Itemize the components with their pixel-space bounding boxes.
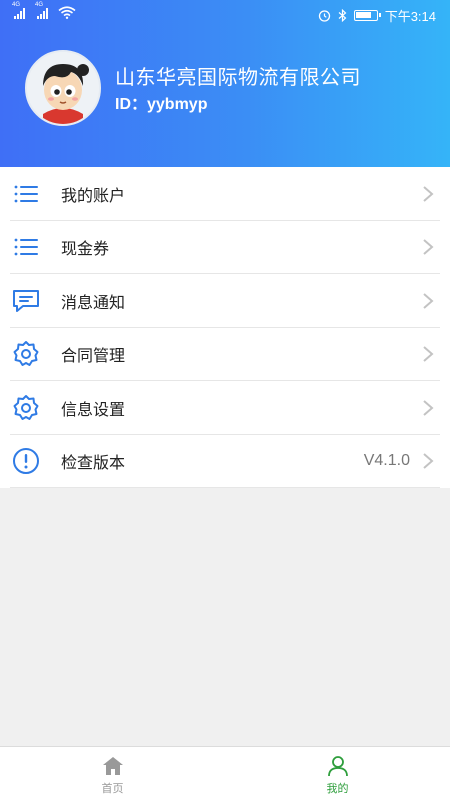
battery-icon [353, 10, 381, 21]
tab-label-mine: 我的 [326, 783, 349, 795]
wifi-icon [58, 6, 76, 19]
list-icon [14, 185, 38, 203]
tab-home[interactable]: 首页 [0, 747, 225, 800]
bottom-tab-bar: 首页 我的 [0, 746, 450, 800]
tab-label-home: 首页 [101, 783, 124, 795]
status-bar: 4G 4G 下午3:14 [0, 0, 450, 28]
settings-menu: 我的账户 现金券 消息通知 合同管理 信息设置 检查版本 V4.1.0 [0, 167, 450, 488]
version-value: V4.1.0 [363, 452, 410, 470]
menu-label-notifications: 消息通知 [61, 294, 126, 312]
menu-item-info-settings[interactable]: 信息设置 [0, 381, 450, 435]
home-icon [102, 757, 123, 775]
exclamation-icon [13, 448, 39, 475]
company-name: 山东华亮国际物流有限公司 [115, 67, 361, 89]
status-time: 下午3:14 [384, 9, 436, 24]
chevron-right-icon [423, 292, 434, 309]
menu-item-notifications[interactable]: 消息通知 [0, 274, 450, 328]
user-id: ID：yybmyp [115, 96, 208, 113]
avatar[interactable] [25, 50, 101, 126]
gear-icon [13, 341, 39, 367]
menu-item-contracts[interactable]: 合同管理 [0, 328, 450, 382]
menu-label-contracts: 合同管理 [61, 348, 126, 366]
chevron-right-icon [423, 399, 434, 416]
menu-item-check-version[interactable]: 检查版本 V4.1.0 [0, 435, 450, 489]
chevron-right-icon [423, 185, 434, 202]
cell-signal-2-icon: 4G [35, 2, 48, 19]
bluetooth-icon [338, 9, 347, 22]
menu-label-account: 我的账户 [61, 187, 126, 205]
empty-content-area [0, 488, 450, 746]
chevron-right-icon [423, 346, 434, 363]
cell-signal-1-icon: 4G [12, 2, 25, 19]
chevron-right-icon [423, 239, 434, 256]
message-icon [13, 289, 39, 312]
person-icon [327, 756, 348, 777]
profile-header: 4G 4G 下午3:14 山东华亮国际物流有限公司 ID：yybmyp [0, 0, 450, 167]
chevron-right-icon [423, 453, 434, 470]
gear-icon [13, 394, 39, 420]
alarm-icon [318, 10, 330, 22]
tab-mine[interactable]: 我的 [225, 747, 450, 800]
menu-label-coupon: 现金券 [61, 241, 110, 259]
menu-label-check-version: 检查版本 [61, 455, 126, 473]
list-icon [14, 238, 38, 256]
menu-label-info-settings: 信息设置 [61, 401, 126, 419]
cartoon-avatar-icon [27, 52, 99, 124]
menu-item-coupon[interactable]: 现金券 [0, 221, 450, 275]
menu-item-account[interactable]: 我的账户 [0, 167, 450, 221]
